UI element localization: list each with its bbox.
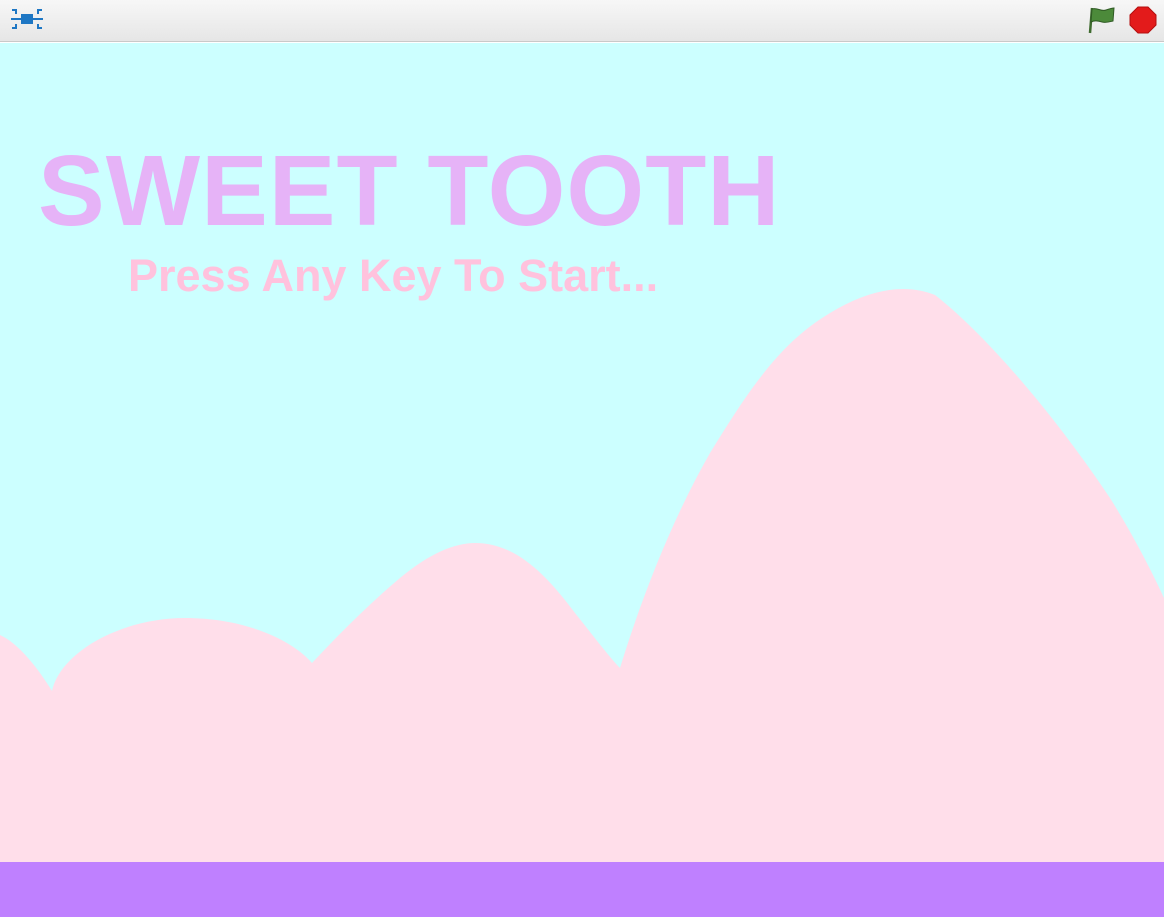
- fullscreen-toggle-icon[interactable]: [9, 5, 45, 33]
- stage-toolbar: [0, 0, 1164, 42]
- ground-strip: [0, 862, 1164, 917]
- green-flag-icon[interactable]: [1086, 5, 1118, 35]
- start-prompt: Press Any Key To Start...: [128, 250, 659, 301]
- stop-sign-icon[interactable]: [1128, 5, 1158, 35]
- game-title: SWEET TOOTH: [38, 135, 781, 247]
- game-stage[interactable]: SWEET TOOTH Press Any Key To Start...: [0, 43, 1164, 917]
